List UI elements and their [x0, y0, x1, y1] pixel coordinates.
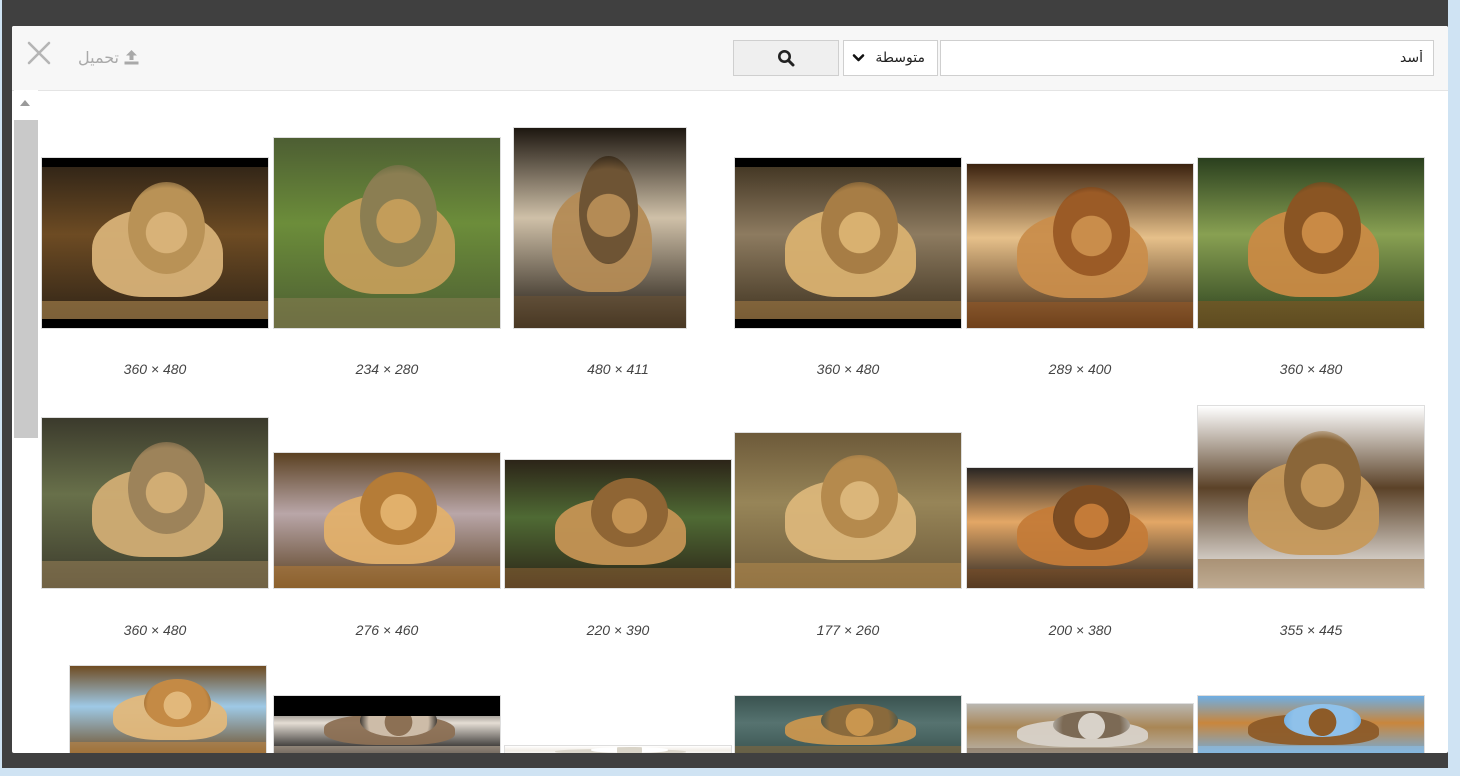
close-icon	[27, 41, 51, 65]
result-image[interactable]	[42, 158, 268, 328]
image-dimensions-caption: 360 × 480	[1279, 361, 1343, 377]
image-dimensions-caption: 480 × 411	[587, 361, 649, 377]
chevron-down-icon	[853, 54, 865, 62]
result-image[interactable]	[274, 138, 500, 328]
image-size-select[interactable]: متوسطة	[843, 40, 938, 76]
image-dimensions-caption: 234 × 280	[355, 361, 419, 377]
result-image[interactable]	[967, 704, 1193, 753]
result-image[interactable]	[1198, 696, 1424, 753]
close-button[interactable]	[24, 40, 54, 70]
screen-edge-right	[1448, 0, 1460, 776]
upload-button[interactable]: تحميل	[78, 44, 139, 70]
result-image[interactable]	[70, 666, 266, 753]
screen-edge-bottom	[0, 768, 1460, 776]
image-dimensions-caption: 360 × 480	[123, 622, 187, 638]
image-dimensions-caption: 355 × 445	[1279, 622, 1343, 638]
result-image[interactable]	[274, 696, 500, 753]
upload-label: تحميل	[78, 47, 119, 67]
result-image[interactable]	[42, 418, 268, 588]
result-image[interactable]	[735, 158, 961, 328]
search-button[interactable]	[733, 40, 839, 76]
image-search-dialog: تحميل متوسطة 360 × 480 234 ×	[12, 26, 1448, 753]
result-image[interactable]	[1198, 406, 1424, 588]
search-input[interactable]	[940, 40, 1434, 76]
result-image[interactable]	[735, 696, 961, 753]
upload-icon	[124, 50, 139, 65]
dialog-toolbar: تحميل متوسطة	[12, 26, 1448, 91]
result-image[interactable]	[967, 468, 1193, 588]
result-image[interactable]	[967, 164, 1193, 328]
image-dimensions-caption: 177 × 260	[816, 622, 880, 638]
image-results-grid: 360 × 480 234 × 280 480 × 411 360 × 480 …	[12, 90, 1448, 753]
image-dimensions-caption: 220 × 390	[586, 622, 650, 638]
result-image[interactable]	[505, 460, 731, 588]
search-icon	[778, 50, 795, 67]
image-dimensions-caption: 276 × 460	[355, 622, 419, 638]
result-image[interactable]	[1198, 158, 1424, 328]
image-dimensions-caption: 360 × 480	[123, 361, 187, 377]
screen-edge-left	[0, 0, 2, 776]
result-image[interactable]	[514, 128, 686, 328]
result-image[interactable]	[274, 453, 500, 588]
result-image[interactable]	[505, 746, 731, 753]
image-size-value: متوسطة	[875, 50, 925, 66]
image-dimensions-caption: 360 × 480	[816, 361, 880, 377]
result-image[interactable]	[735, 433, 961, 588]
image-dimensions-caption: 200 × 380	[1048, 622, 1112, 638]
image-dimensions-caption: 289 × 400	[1048, 361, 1112, 377]
